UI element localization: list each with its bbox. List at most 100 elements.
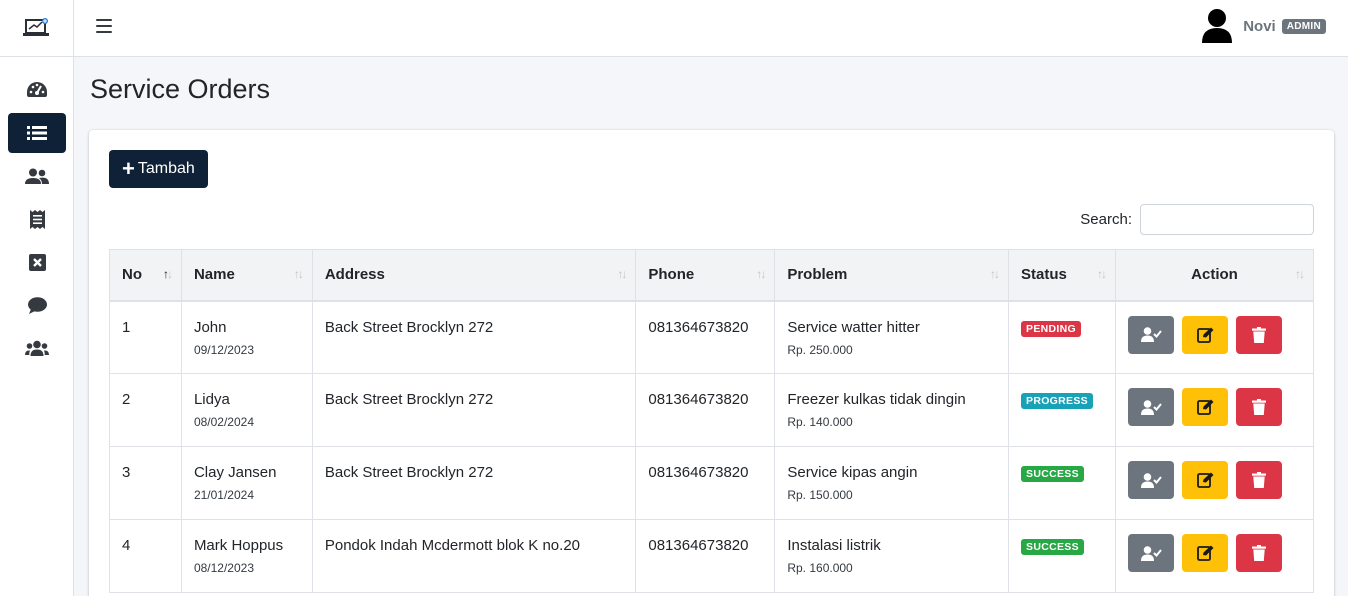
cell-no: 1 [109,300,182,374]
col-header-address[interactable]: Address ↑↓ [311,249,637,302]
col-header-problem[interactable]: Problem ↑↓ [774,249,1010,302]
cell-name: Lidya 08/02/2024 [180,373,313,447]
edit-button[interactable] [1182,534,1228,572]
cell-problem: Service kipas angin Rp. 150.000 [774,446,1010,520]
table-header-row: No ↑↓ Name ↑↓ Address ↑↓ Phone ↑↓ Problem ↑↓ … [109,249,1314,302]
sort-asc-icon: ↑↓ [162,267,173,281]
users-icon [25,168,49,184]
table-row: 1 John 09/12/2023 Back Street Brocklyn 2… [109,300,1314,374]
edit-icon [1196,472,1213,488]
problem-price: Rp. 250.000 [787,342,853,357]
edit-button[interactable] [1182,461,1228,499]
customer-name: Mark Hoppus [193,537,284,554]
cell-status: PENDING [1008,300,1116,374]
sort-icon: ↑↓ [990,267,1000,281]
laptop-logo-icon [22,18,49,36]
dashboard-icon [27,82,47,97]
customer-name: John [193,318,227,336]
receipt-icon [29,209,45,229]
brand-logo[interactable] [0,0,73,57]
cell-problem: Freezer kulkas tidak dingin Rp. 140.000 [774,373,1010,447]
sidebar-item-invoices[interactable] [8,199,66,239]
table-row: 3 Clay Jansen 21/01/2024 Back Street Bro… [109,446,1314,520]
cell-phone: 081364673820 [635,300,776,374]
edit-button[interactable] [1182,315,1228,354]
edit-icon [1196,545,1213,561]
search-box: Search: [1080,204,1314,235]
status-badge: PENDING [1021,320,1081,337]
sidebar-item-team[interactable] [8,328,66,368]
assign-technician-button[interactable] [1128,315,1174,354]
customer-name: Lidya [193,391,230,408]
trash-icon [1252,399,1266,415]
col-header-phone[interactable]: Phone ↑↓ [635,249,776,302]
comment-icon [27,296,47,314]
delete-button[interactable] [1236,534,1282,572]
cell-no: 2 [109,373,182,447]
trash-icon [1252,326,1266,343]
order-date: 09/12/2023 [193,342,254,357]
cell-no: 3 [109,446,182,520]
menu-toggle-icon[interactable] [96,19,112,37]
avatar-icon [1202,9,1233,43]
add-button-label: Tambah [137,160,195,177]
sort-icon: ↑↓ [1295,267,1305,281]
delete-button[interactable] [1236,315,1282,354]
cell-phone: 081364673820 [635,373,776,447]
cell-name: Mark Hoppus 08/12/2023 [180,519,313,593]
edit-icon [1196,327,1213,343]
cell-phone: 081364673820 [635,519,776,593]
order-date: 08/12/2023 [193,561,254,575]
sidebar-item-orders[interactable] [8,113,66,153]
table-row: 4 Mark Hoppus 08/12/2023 Pondok Indah Mc… [109,519,1314,593]
assign-technician-button[interactable] [1128,388,1174,426]
edit-icon [1196,399,1213,415]
sort-icon: ↑↓ [617,267,627,281]
table-row: 2 Lidya 08/02/2024 Back Street Brocklyn … [109,373,1314,447]
delete-button[interactable] [1236,388,1282,426]
cell-problem: Instalasi listrik Rp. 160.000 [774,519,1010,593]
search-input[interactable] [1140,204,1314,235]
assign-technician-button[interactable] [1128,534,1174,572]
col-header-no[interactable]: No ↑↓ [109,249,182,302]
cell-phone: 081364673820 [635,446,776,520]
status-badge: PROGRESS [1021,393,1093,409]
orders-table: No ↑↓ Name ↑↓ Address ↑↓ Phone ↑↓ Problem ↑↓ … [109,249,1314,593]
problem-price: Rp. 140.000 [787,415,853,429]
edit-button[interactable] [1182,388,1228,426]
user-name: Novi [1243,17,1276,35]
cell-problem: Service watter hitter Rp. 250.000 [774,300,1010,374]
add-order-button[interactable]: + Tambah [109,150,208,188]
user-menu[interactable]: Novi ADMIN [1201,8,1326,44]
delete-button[interactable] [1236,461,1282,499]
col-header-name[interactable]: Name ↑↓ [180,249,313,302]
group-icon [25,340,49,356]
page-title: Service Orders [90,74,271,104]
order-date: 21/01/2024 [193,488,254,502]
cell-address: Back Street Brocklyn 272 [311,300,637,374]
assign-technician-button[interactable] [1128,461,1174,499]
sort-icon: ↑↓ [293,267,304,281]
problem-price: Rp. 160.000 [787,561,853,575]
user-check-icon [1140,472,1162,488]
sidebar-item-dashboard[interactable] [8,70,66,110]
cell-status: PROGRESS [1008,373,1116,447]
role-badge: ADMIN [1281,18,1326,34]
sidebar-item-cancel[interactable] [8,242,66,282]
cell-address: Back Street Brocklyn 272 [311,446,637,520]
cell-address: Back Street Brocklyn 272 [311,373,637,447]
col-header-action[interactable]: Action ↑↓ [1115,249,1314,302]
cell-action [1115,446,1314,520]
user-check-icon [1140,399,1162,415]
problem-text: Service watter hitter [787,318,920,336]
cell-name: John 09/12/2023 [180,300,313,374]
sidebar-item-messages[interactable] [8,285,66,325]
cell-address: Pondok Indah Mcdermott blok K no.20 [311,519,637,593]
sidebar-item-users[interactable] [8,156,66,196]
topbar: Novi ADMIN [74,0,1348,57]
col-header-status[interactable]: Status ↑↓ [1008,249,1116,302]
trash-icon [1252,545,1266,561]
customer-name: Clay Jansen [193,464,277,481]
user-check-icon [1140,327,1162,342]
trash-icon [1252,472,1266,488]
